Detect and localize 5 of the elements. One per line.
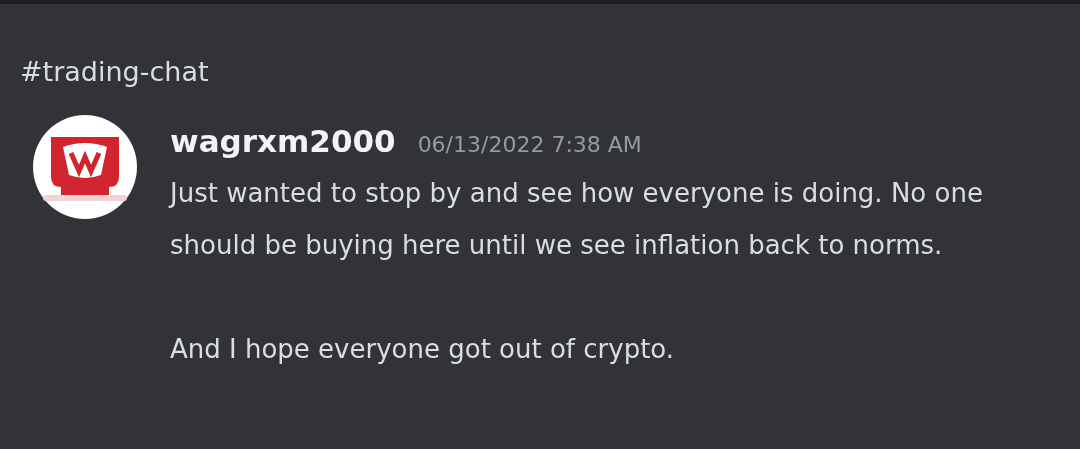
message-text: Just wanted to stop by and see how everyone is doing. No one should be buying here until we see inflation back to norms. xyxy=(170,177,984,262)
message-text: And I hope everyone got out of crypto. xyxy=(170,333,676,366)
channel-name: #trading-chat xyxy=(19,55,210,89)
username[interactable]: wagrxm2000 xyxy=(170,115,396,167)
timestamp: 06/13/2022 7:38 AM xyxy=(417,131,642,159)
